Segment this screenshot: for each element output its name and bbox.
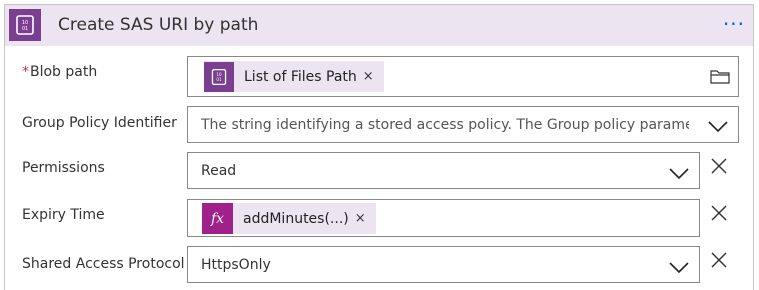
shared-access-protocol-label: Shared Access Protocol	[22, 256, 185, 272]
blob-path-field[interactable]: 10 01 List of Files Path ×	[187, 56, 739, 97]
remove-expiry-time-icon[interactable]	[711, 205, 727, 225]
list-of-files-path-token[interactable]: 10 01 List of Files Path ×	[204, 61, 384, 92]
protocol-value: HttpsOnly	[201, 257, 271, 273]
svg-text:01: 01	[22, 26, 28, 32]
add-minutes-token[interactable]: fx addMinutes(...) ×	[202, 203, 376, 234]
action-title: Create SAS URI by path	[58, 15, 259, 35]
expiry-time-label: Expiry Time	[22, 207, 105, 223]
group-policy-dropdown[interactable]: The string identifying a stored access p…	[187, 106, 739, 143]
blob-storage-icon: 10 01	[9, 9, 41, 41]
expression-fx-icon: fx	[202, 203, 233, 234]
chevron-down-icon[interactable]	[669, 259, 689, 278]
action-card: 10 01 Create SAS URI by path ··· *Blob p…	[4, 4, 754, 290]
folder-icon[interactable]	[710, 68, 730, 88]
permissions-label: Permissions	[22, 160, 105, 176]
group-policy-placeholder: The string identifying a stored access p…	[201, 117, 689, 133]
token-remove-icon[interactable]: ×	[355, 211, 376, 226]
remove-permissions-icon[interactable]	[711, 158, 727, 178]
permissions-value: Read	[201, 163, 237, 179]
action-header[interactable]: 10 01 Create SAS URI by path ···	[5, 5, 753, 46]
group-policy-label: Group Policy Identifier	[22, 115, 177, 131]
token-label: addMinutes(...)	[243, 210, 349, 227]
expiry-time-field[interactable]: fx addMinutes(...) ×	[187, 199, 700, 237]
blob-path-label-text: Blob path	[30, 64, 98, 80]
svg-text:01: 01	[216, 77, 222, 82]
token-remove-icon[interactable]: ×	[363, 69, 384, 84]
required-marker: *	[22, 64, 29, 80]
token-label: List of Files Path	[244, 68, 357, 85]
shared-access-protocol-dropdown[interactable]: HttpsOnly	[187, 246, 700, 283]
permissions-dropdown[interactable]: Read	[187, 152, 700, 189]
chevron-down-icon[interactable]	[708, 118, 728, 137]
more-options-button[interactable]: ···	[723, 12, 745, 36]
remove-protocol-icon[interactable]	[711, 252, 727, 272]
blob-path-label: *Blob path	[22, 64, 97, 80]
blob-storage-icon: 10 01	[204, 61, 234, 92]
chevron-down-icon[interactable]	[669, 165, 689, 184]
